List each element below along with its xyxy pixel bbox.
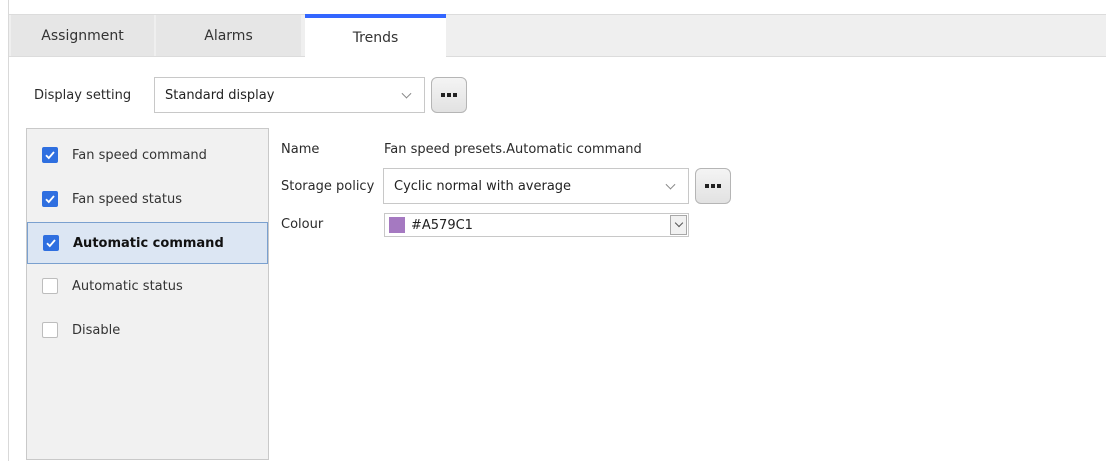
tab-assignment[interactable]: Assignment: [11, 15, 154, 56]
list-item-label: Automatic command: [73, 235, 224, 251]
colour-dropdown-button[interactable]: [670, 215, 687, 235]
checkbox-unchecked[interactable]: [42, 278, 58, 294]
chevron-down-icon: [401, 88, 412, 99]
name-value: Fan speed presets.Automatic command: [384, 142, 642, 157]
trend-list: Fan speed command Fan speed status Autom…: [26, 128, 269, 460]
checkbox-unchecked[interactable]: [42, 322, 58, 338]
ellipsis-icon: [704, 184, 722, 188]
list-item-label: Automatic status: [72, 278, 183, 294]
tab-bar: Assignment Alarms Trends: [9, 14, 1106, 57]
list-item-label: Fan speed command: [72, 147, 207, 163]
list-item-selected[interactable]: Automatic command: [27, 222, 268, 264]
checkmark-icon: [45, 151, 55, 160]
storage-policy-dropdown[interactable]: Cyclic normal with average: [383, 168, 689, 204]
list-item-label: Disable: [72, 322, 121, 338]
list-item[interactable]: Automatic status: [27, 266, 268, 306]
display-setting-label: Display setting: [34, 88, 132, 103]
ellipsis-icon: [440, 93, 458, 97]
trends-window: Assignment Alarms Trends Display setting…: [8, 0, 1106, 461]
chevron-down-icon: [674, 218, 684, 228]
checkbox-checked[interactable]: [42, 191, 58, 207]
chevron-down-icon: [665, 179, 676, 190]
display-setting-more-button[interactable]: [431, 77, 467, 113]
colour-value: #A579C1: [411, 217, 473, 233]
checkbox-checked[interactable]: [43, 235, 59, 251]
list-item-label: Fan speed status: [72, 191, 182, 207]
colour-dropdown[interactable]: #A579C1: [384, 213, 689, 237]
checkmark-icon: [45, 195, 55, 204]
checkbox-checked[interactable]: [42, 147, 58, 163]
tab-alarms[interactable]: Alarms: [156, 15, 301, 56]
checkmark-icon: [46, 239, 56, 248]
colour-label: Colour: [281, 217, 324, 232]
storage-policy-more-button[interactable]: [695, 168, 731, 204]
display-setting-dropdown[interactable]: Standard display: [154, 77, 425, 113]
list-item[interactable]: Fan speed status: [27, 179, 268, 219]
storage-policy-label: Storage policy: [281, 179, 375, 194]
list-item[interactable]: Fan speed command: [27, 135, 268, 175]
tab-trends[interactable]: Trends: [305, 14, 446, 57]
colour-swatch: [389, 217, 405, 233]
display-setting-value: Standard display: [165, 87, 275, 103]
name-label: Name: [281, 142, 320, 157]
storage-policy-value: Cyclic normal with average: [394, 178, 572, 194]
list-item[interactable]: Disable: [27, 310, 268, 350]
